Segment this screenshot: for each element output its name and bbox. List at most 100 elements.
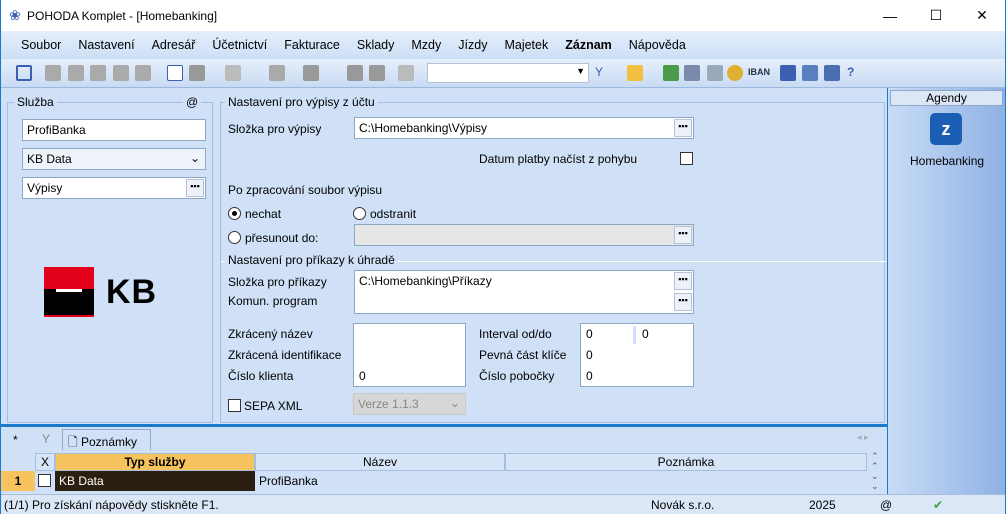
menu-soubor[interactable]: Soubor (21, 38, 61, 52)
interval-box[interactable]: 0 0 0 0 (580, 323, 694, 387)
short-fields-box[interactable]: 0 (353, 323, 466, 387)
window-icon-1[interactable] (780, 65, 796, 81)
after-processing-label: Po zpracování soubor výpisu (228, 183, 383, 197)
window-title: POHODA Komplet - [Homebanking] (27, 8, 218, 23)
radio-keep-label: nechat (245, 207, 282, 221)
new-record-icon[interactable] (167, 65, 183, 81)
records-panel: * Y 🗋 Poznámky ◂ ▸ X Typ služby Název Po… (1, 427, 887, 494)
filter-combo[interactable]: ▼ (427, 63, 589, 83)
mode-input[interactable]: Výpisy ▪▪▪ (22, 177, 206, 199)
sepa-label: SEPA XML (244, 399, 303, 413)
exit-icon[interactable] (16, 65, 32, 81)
menu-nastaveni[interactable]: Nastavení (78, 38, 134, 52)
column-poznamka[interactable]: Poznámka (505, 453, 867, 471)
settings-group: Nastavení pro výpisy z účtu Složka pro v… (220, 95, 886, 423)
order-folder-input[interactable]: C:\Homebanking\Příkazy ▪▪▪ ▪▪▪ (354, 270, 694, 314)
maximize-button[interactable]: ☐ (913, 0, 959, 31)
sepa-version-select[interactable]: Verze 1.1.3 ⌄ (353, 393, 466, 415)
iban-icon[interactable]: IBAN (748, 67, 770, 77)
column-typ-sluzby[interactable]: Typ služby (55, 453, 255, 471)
radio-keep[interactable] (228, 207, 241, 220)
date-from-movement-checkbox[interactable] (680, 152, 693, 165)
tab-scroll-arrows[interactable]: ◂ ▸ (857, 432, 869, 443)
statement-folder-input[interactable]: C:\Homebanking\Výpisy ▪▪▪ (354, 117, 694, 139)
chevron-down-icon: ⌄ (189, 151, 200, 165)
chevron-down-icon: ▼ (576, 66, 585, 76)
row-checkbox[interactable] (38, 474, 51, 487)
help-icon[interactable]: ? (847, 65, 863, 81)
program-ellipsis-button[interactable]: ▪▪▪ (674, 293, 692, 311)
grid-icon[interactable] (225, 65, 241, 81)
check-icon: ✔ (933, 498, 944, 512)
ellipsis-button[interactable]: ▪▪▪ (674, 272, 692, 290)
tools-icon[interactable] (303, 65, 319, 81)
tab-new[interactable]: * (13, 433, 18, 447)
back-icon[interactable] (269, 65, 285, 81)
money-icon[interactable] (663, 65, 679, 81)
print-icon[interactable] (68, 65, 84, 81)
copy-icon[interactable] (45, 65, 61, 81)
menu-bar: Soubor Nastavení Adresář Účetnictví Fakt… (1, 31, 1005, 59)
scrollbar[interactable]: ⌃ ⌃ ⌄ ⌄ (871, 451, 879, 491)
edit-icon[interactable] (189, 65, 205, 81)
menu-sklady[interactable]: Sklady (357, 38, 395, 52)
service-name-input[interactable]: ProfiBanka (22, 119, 206, 141)
interval-to-value[interactable]: 0 (642, 327, 649, 341)
row-number: 1 (1, 471, 35, 491)
status-bar: (1/1) Pro získání nápovědy stiskněte F1.… (1, 494, 1005, 514)
menu-mzdy[interactable]: Mzdy (411, 38, 441, 52)
radio-move[interactable] (228, 231, 241, 244)
calculator-icon[interactable] (707, 65, 723, 81)
chevron-down-icon: ⌄ (449, 396, 460, 410)
menu-fakturace[interactable]: Fakturace (284, 38, 340, 52)
status-email: @ (880, 498, 893, 512)
branch-value[interactable]: 0 (586, 369, 593, 383)
filter-icon[interactable]: Y (595, 65, 611, 81)
rate-icon[interactable] (684, 65, 700, 81)
save-icon[interactable] (347, 65, 363, 81)
cell-name[interactable]: ProfiBanka (259, 474, 318, 488)
radio-delete-label: odstranit (370, 207, 417, 221)
key-value[interactable]: 0 (586, 348, 593, 362)
ellipsis-button[interactable]: ▪▪▪ (674, 226, 692, 244)
minimize-button[interactable]: — (867, 0, 913, 31)
radio-delete[interactable] (353, 207, 366, 220)
menu-napoveda[interactable]: Nápověda (629, 38, 686, 52)
coins-icon[interactable] (727, 65, 743, 81)
table-row[interactable]: 1 KB Data ProfiBanka (1, 471, 867, 491)
bank-select[interactable]: KB Data ⌄ (22, 148, 206, 170)
client-number-value[interactable]: 0 (359, 369, 366, 383)
pdf-icon[interactable] (113, 65, 129, 81)
kb-logo (44, 267, 94, 317)
interval-from-value[interactable]: 0 (586, 327, 593, 341)
menu-adresar[interactable]: Adresář (152, 38, 196, 52)
move-path-input[interactable]: ▪▪▪ (354, 224, 694, 246)
paste-icon[interactable] (398, 65, 414, 81)
window-icon-2[interactable] (802, 65, 818, 81)
form-panel: Služba @ ProfiBanka KB Data ⌄ Výpisy ▪▪▪ K… (1, 88, 887, 424)
tab-poznamky[interactable]: 🗋 Poznámky (62, 429, 151, 450)
folder-star-icon[interactable] (627, 65, 643, 81)
app-icon: ❀ (9, 7, 21, 23)
menu-majetek[interactable]: Majetek (504, 38, 548, 52)
ellipsis-button[interactable]: ▪▪▪ (186, 179, 204, 197)
mode-value: Výpisy (27, 181, 63, 195)
menu-ucetnictvi[interactable]: Účetnictví (212, 38, 267, 52)
sepa-checkbox[interactable] (228, 399, 241, 412)
column-nazev[interactable]: Název (255, 453, 505, 471)
email-icon[interactable]: @ (183, 95, 202, 109)
ellipsis-button[interactable]: ▪▪▪ (674, 119, 692, 137)
window-icon-3[interactable] (824, 65, 840, 81)
cell-type[interactable]: KB Data (55, 471, 255, 491)
preview-icon[interactable] (90, 65, 106, 81)
homebanking-icon[interactable]: z (930, 113, 962, 145)
key-label: Pevná část klíče (479, 348, 567, 362)
save-all-icon[interactable] (369, 65, 385, 81)
agenda-homebanking[interactable]: Homebanking (910, 154, 984, 168)
export-icon[interactable] (135, 65, 151, 81)
menu-zaznam[interactable]: Záznam (565, 38, 612, 52)
filter-tab-icon[interactable]: Y (42, 432, 50, 446)
menu-jizdy[interactable]: Jízdy (458, 38, 487, 52)
close-button[interactable]: ✕ (959, 0, 1005, 31)
column-x[interactable]: X (35, 453, 55, 471)
